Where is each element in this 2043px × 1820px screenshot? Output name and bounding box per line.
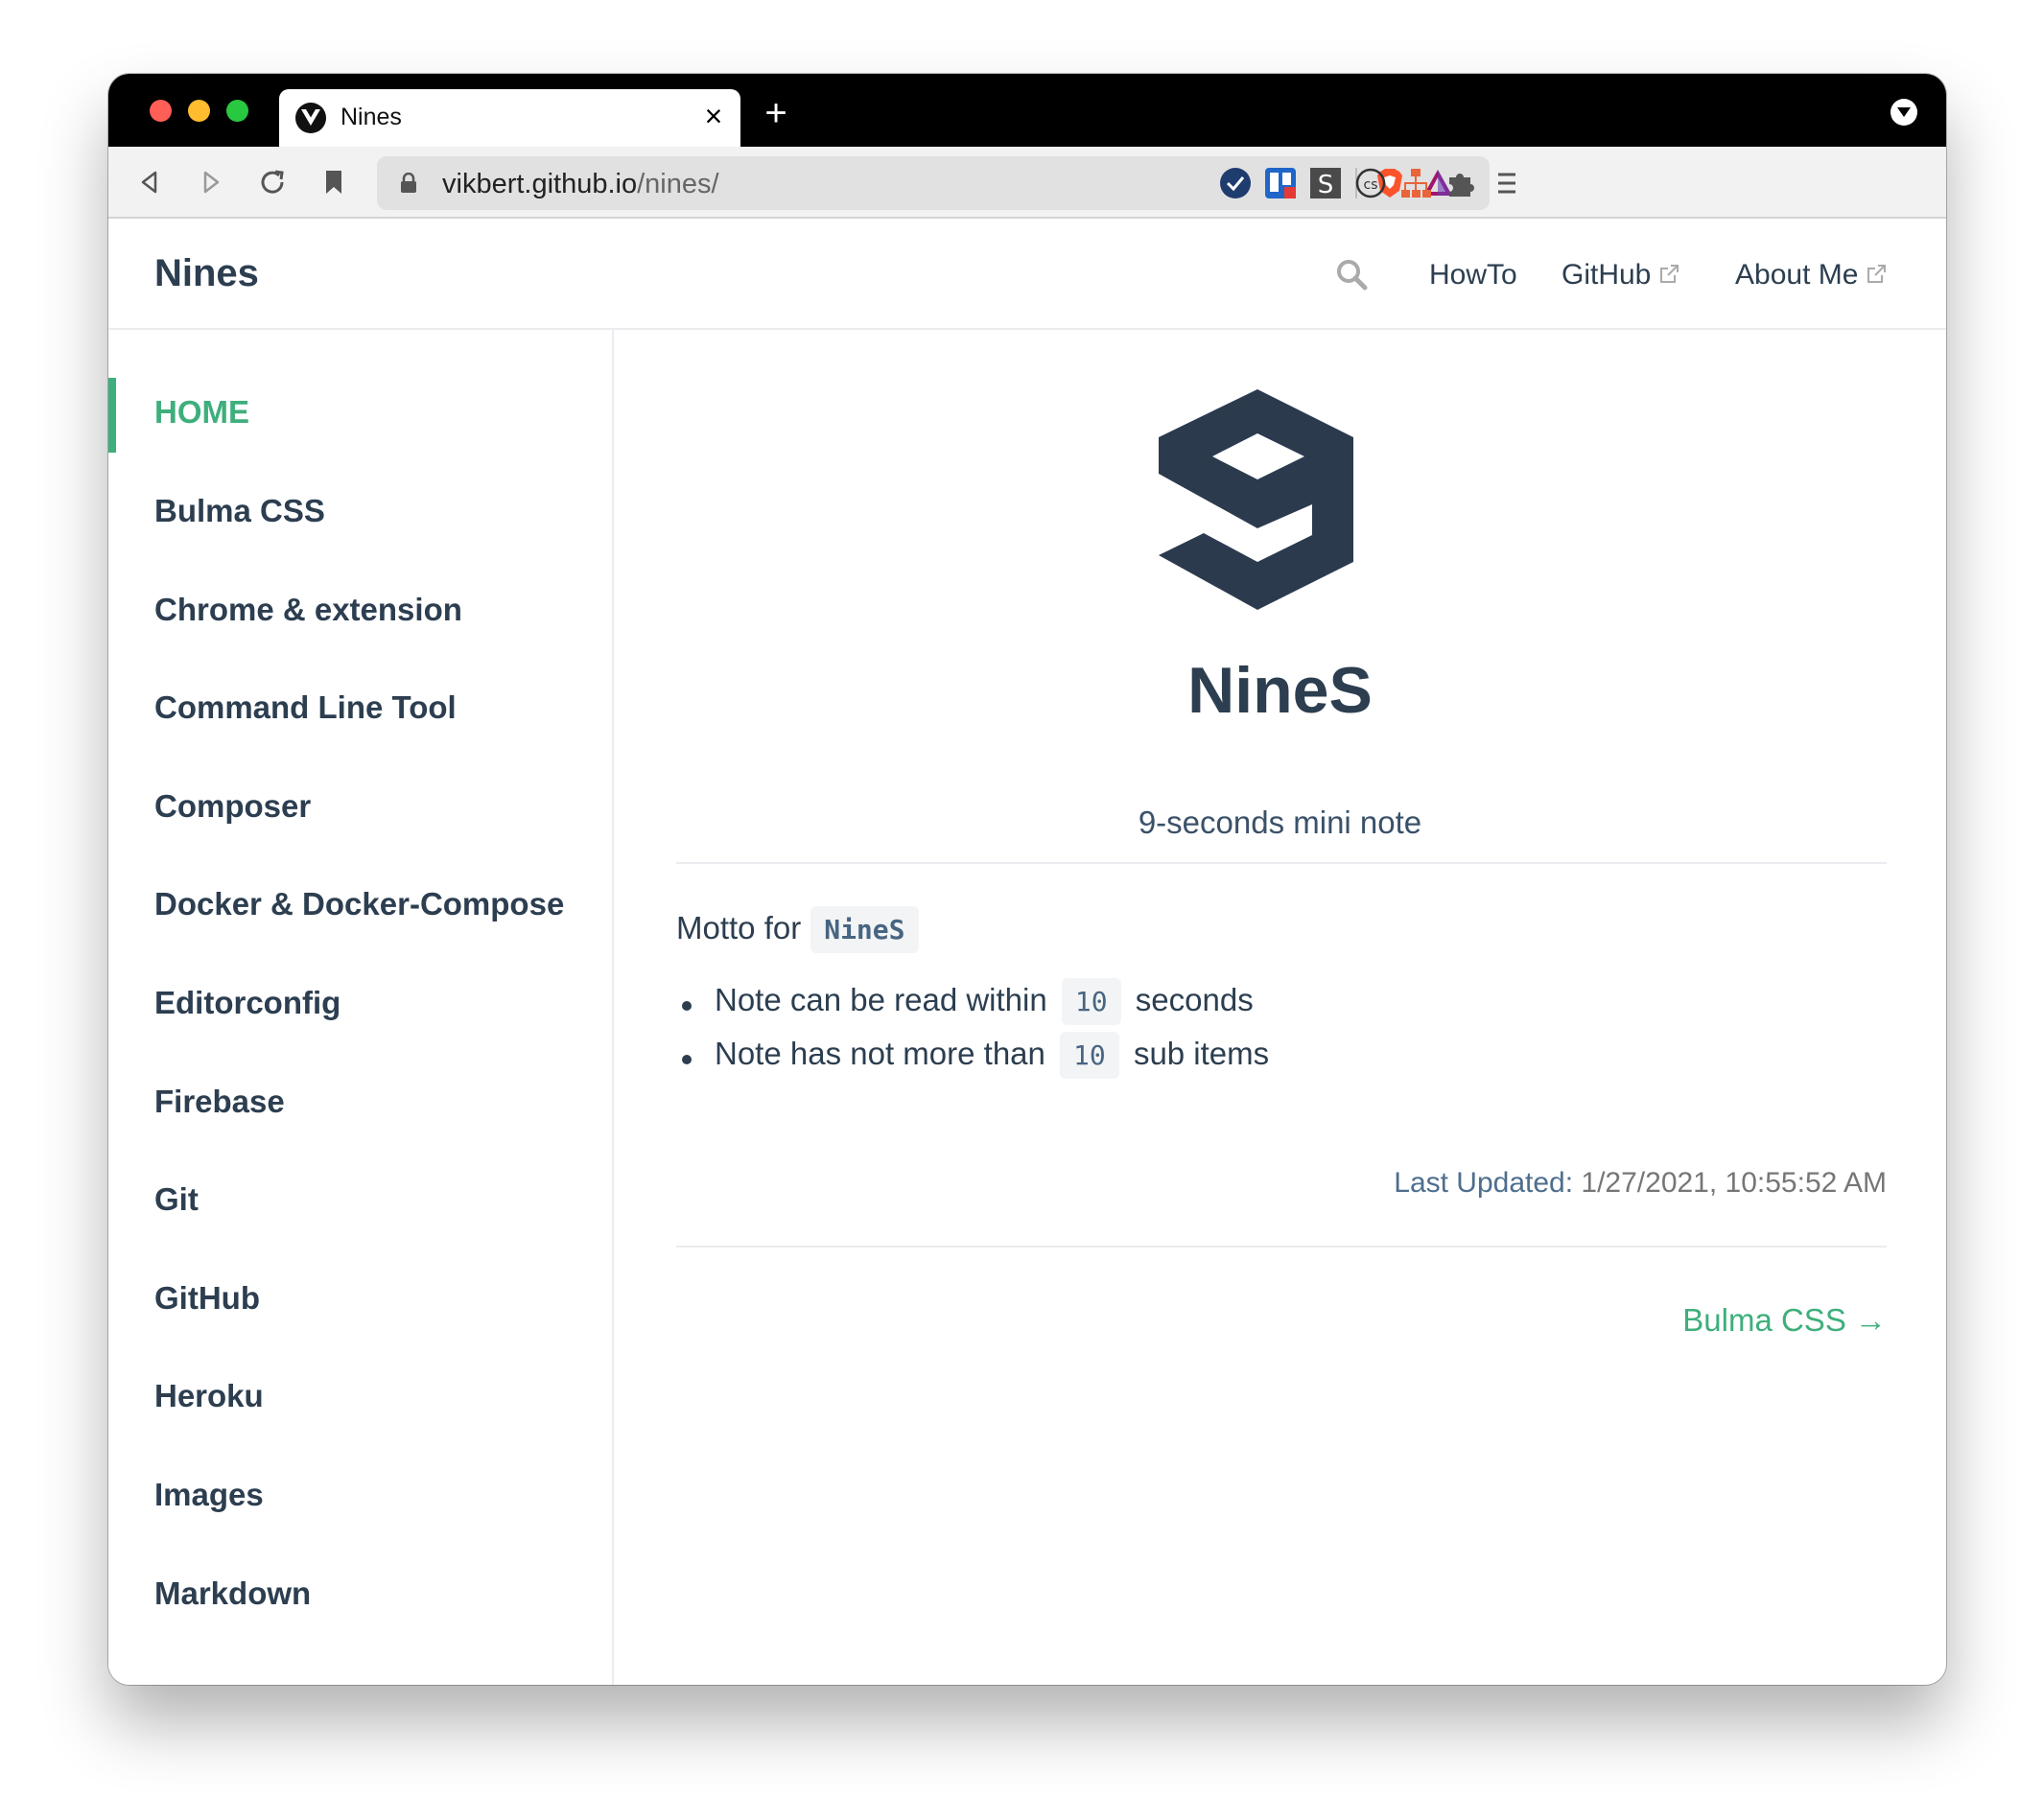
svg-text:S: S	[1318, 171, 1334, 199]
nav-link-label: HowTo	[1429, 259, 1517, 291]
last-updated-value: 1/27/2021, 10:55:52 AM	[1581, 1167, 1887, 1199]
sidebar-item-docker[interactable]: Docker & Docker-Compose	[154, 886, 564, 922]
inline-code: 10	[1061, 978, 1121, 1025]
sidebar-item-github[interactable]: GitHub	[154, 1280, 260, 1317]
divider	[676, 862, 1887, 864]
site-navbar: Nines HowTo GitHub About Me	[108, 219, 1946, 330]
motto-label: Motto for	[676, 910, 802, 945]
tab-menu-icon[interactable]	[1890, 99, 1917, 126]
last-updated: Last Updated: 1/27/2021, 10:55:52 AM	[1394, 1167, 1887, 1200]
sidebar-item-markdown[interactable]: Markdown	[154, 1575, 311, 1612]
nav-link-label: GitHub	[1562, 259, 1652, 291]
page-viewport: Nines HowTo GitHub About Me HOME Bulma C…	[108, 219, 1946, 1685]
nav-link-github[interactable]: GitHub	[1562, 259, 1679, 292]
sidebar-item-command-line-tool[interactable]: Command Line Tool	[154, 689, 457, 726]
reload-icon[interactable]	[254, 164, 291, 200]
sidebar-active-indicator	[108, 378, 116, 453]
active-tab[interactable]: Nines ×	[279, 89, 740, 147]
cs-extension-icon[interactable]: cs	[1353, 166, 1388, 200]
sidebar-item-firebase[interactable]: Firebase	[154, 1084, 285, 1120]
lock-icon	[400, 172, 417, 198]
list-item-text: Note can be read within	[715, 982, 1047, 1017]
external-link-icon	[1866, 260, 1887, 292]
forward-icon[interactable]	[193, 164, 229, 200]
list-item: Note has not more than 10 sub items	[676, 1032, 1270, 1089]
sitemap-extension-icon[interactable]	[1398, 166, 1433, 200]
main-content: NineS 9-seconds mini note Motto for NineS…	[614, 330, 1946, 1685]
next-page-link[interactable]: Bulma CSS →	[1682, 1302, 1887, 1339]
motto-code: NineS	[810, 906, 919, 953]
trello-extension-icon[interactable]	[1263, 166, 1298, 200]
list-item-text: Note has not more than	[715, 1036, 1045, 1071]
last-updated-label: Last Updated:	[1394, 1167, 1574, 1199]
sidebar-item-chrome-extension[interactable]: Chrome & extension	[154, 592, 462, 628]
motto-heading: Motto for NineS	[676, 906, 919, 953]
close-window-button[interactable]	[150, 100, 172, 122]
site-title[interactable]: Nines	[154, 252, 259, 295]
svg-text:cs: cs	[1364, 177, 1378, 193]
sidebar: HOME Bulma CSS Chrome & extension Comman…	[108, 330, 614, 1685]
list-item-text: sub items	[1133, 1036, 1270, 1071]
sidebar-item-home[interactable]: HOME	[154, 394, 249, 431]
sidebar-item-bulma-css[interactable]: Bulma CSS	[154, 493, 325, 529]
search-icon[interactable]	[1334, 257, 1369, 292]
vue-favicon-icon	[295, 103, 326, 133]
external-link-icon	[1658, 260, 1679, 292]
back-icon[interactable]	[131, 164, 168, 200]
plus-icon[interactable]: +	[757, 94, 795, 133]
nines-logo-icon	[1159, 389, 1356, 615]
url-host: vikbert.github.io	[442, 169, 638, 199]
puzzle-icon[interactable]	[1444, 166, 1478, 200]
browser-window: Nines × + vikbert.github.io/nines/ S cs …	[108, 74, 1946, 1685]
nav-link-howto[interactable]: HowTo	[1429, 259, 1517, 292]
zoom-window-button[interactable]	[226, 100, 248, 122]
check-extension-icon[interactable]	[1218, 166, 1253, 200]
minimize-window-button[interactable]	[188, 100, 210, 122]
sidebar-item-images[interactable]: Images	[154, 1477, 264, 1513]
list-item: Note can be read within 10 seconds	[676, 978, 1269, 1036]
nav-link-label: About Me	[1735, 259, 1859, 291]
hero-title: NineS	[1187, 654, 1373, 727]
sidebar-item-heroku[interactable]: Heroku	[154, 1378, 264, 1414]
tab-strip: Nines × +	[108, 74, 1946, 147]
hero-description: 9-seconds mini note	[1138, 805, 1422, 840]
list-item-text: seconds	[1135, 982, 1254, 1017]
s-extension-icon[interactable]: S	[1308, 166, 1343, 200]
inline-code: 10	[1060, 1032, 1119, 1079]
menu-icon[interactable]	[1490, 166, 1524, 200]
nav-link-about-me[interactable]: About Me	[1735, 259, 1887, 292]
sidebar-item-composer[interactable]: Composer	[154, 788, 311, 825]
divider	[676, 1246, 1887, 1248]
motto-list: Note can be read within 10 seconds Note …	[676, 978, 1270, 1089]
url-path: /nines/	[637, 169, 719, 199]
sidebar-item-editorconfig[interactable]: Editorconfig	[154, 985, 340, 1021]
browser-toolbar: vikbert.github.io/nines/ S cs	[108, 147, 1946, 219]
bookmark-icon[interactable]	[316, 164, 352, 200]
close-icon[interactable]: ×	[696, 99, 731, 133]
sidebar-item-git[interactable]: Git	[154, 1181, 199, 1218]
tab-title: Nines	[340, 104, 402, 130]
url-text: vikbert.github.io/nines/	[442, 169, 719, 200]
